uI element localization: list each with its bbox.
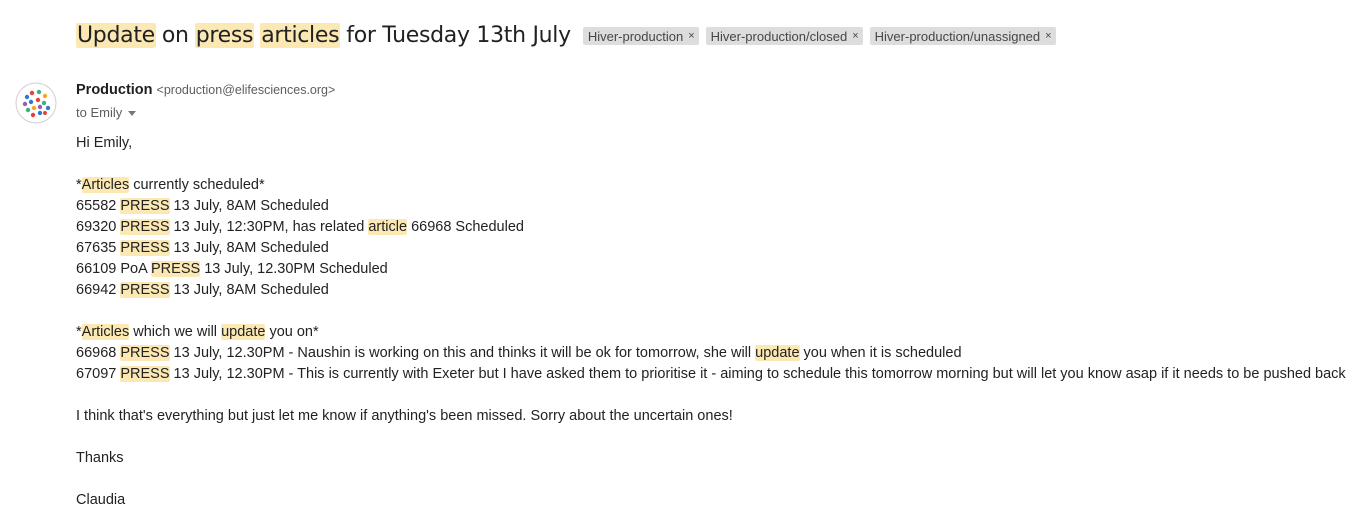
body-text-segment: 66109 PoA — [76, 261, 151, 277]
label-chip[interactable]: Hiver-production/unassigned × — [869, 27, 1056, 45]
body-text-segment: Claudia — [76, 492, 126, 508]
search-highlight: PRESS — [120, 282, 170, 298]
search-highlight: PRESS — [120, 345, 170, 361]
body-line: *Articles which we will update you on* — [76, 322, 1346, 343]
sender-avatar[interactable] — [15, 82, 57, 124]
body-text-segment: you on* — [265, 324, 319, 340]
close-icon[interactable]: × — [688, 30, 694, 42]
body-text-segment: * — [76, 177, 82, 193]
body-text-segment: 13 July, 8AM Scheduled — [169, 282, 329, 298]
search-highlight: PRESS — [151, 261, 201, 277]
search-highlight: PRESS — [120, 198, 170, 214]
search-highlight: PRESS — [120, 219, 170, 235]
sender-row: Production <production@elifesciences.org… — [76, 82, 335, 98]
subject-highlighted-word: articles — [260, 22, 341, 48]
search-highlight: article — [368, 219, 408, 235]
label-chip[interactable]: Hiver-production × — [582, 27, 699, 45]
close-icon[interactable]: × — [1045, 30, 1051, 42]
body-line: Thanks — [76, 448, 1346, 469]
subject-word: on — [161, 22, 189, 48]
body-text-segment: 65582 — [76, 198, 121, 214]
search-highlight: Articles — [81, 324, 130, 340]
subject-highlighted-word: press — [194, 22, 255, 48]
body-text-segment: 13 July, 12:30PM, has related — [169, 219, 369, 235]
body-line: Hi Emily, — [76, 133, 1346, 154]
body-line: 67635 PRESS 13 July, 8AM Scheduled — [76, 238, 1346, 259]
message-body: Hi Emily, *Articles currently scheduled* 6… — [76, 133, 1346, 511]
body-text-segment: 66968 Scheduled — [407, 219, 524, 235]
subject-highlighted-word: Update — [76, 22, 156, 48]
search-highlight: update — [221, 324, 266, 340]
search-highlight: PRESS — [120, 240, 170, 256]
body-line: I think that's everything but just let m… — [76, 406, 1346, 427]
body-text-segment: * — [76, 324, 82, 340]
body-text-segment: 13 July, 8AM Scheduled — [169, 240, 329, 256]
body-text-segment: 66942 — [76, 282, 121, 298]
email-subject: Update on press articles for Tuesday 13th Ju… — [76, 22, 571, 48]
body-text-segment: 66968 — [76, 345, 121, 361]
body-line: Claudia — [76, 490, 1346, 511]
close-icon[interactable]: × — [852, 30, 858, 42]
body-text-segment: 69320 — [76, 219, 121, 235]
body-text-segment: 13 July, 12.30PM - Naushin is working on… — [169, 345, 756, 361]
subject-row: Update on press articles for Tuesday 13th Ju… — [76, 18, 1063, 52]
body-text-segment: 13 July, 8AM Scheduled — [169, 198, 329, 214]
body-text-segment: 67635 — [76, 240, 121, 256]
label-chips: Hiver-production × Hiver-production/closed… — [582, 26, 1063, 45]
body-text-segment: you when it is scheduled — [799, 345, 962, 361]
body-text-segment: 67097 — [76, 366, 121, 382]
subject-word: for Tuesday 13th July — [346, 22, 571, 48]
body-text-segment: Hi Emily, — [76, 135, 133, 151]
body-text-segment: currently scheduled* — [129, 177, 265, 193]
label-text: Hiver-production/unassigned — [874, 28, 1041, 44]
label-text: Hiver-production/closed — [710, 28, 848, 44]
recipients-label: to Emily — [76, 105, 123, 120]
body-text-segment: 13 July, 12.30PM - This is currently wit… — [169, 366, 1346, 382]
sender-email: <production@elifesciences.org> — [156, 83, 336, 97]
body-text-segment: which we will — [129, 324, 222, 340]
body-line: *Articles currently scheduled* — [76, 175, 1346, 196]
label-chip[interactable]: Hiver-production/closed × — [705, 27, 863, 45]
body-text-segment: 13 July, 12.30PM Scheduled — [200, 261, 388, 277]
sender-name[interactable]: Production — [76, 82, 153, 98]
colorful-dots-logo-icon — [15, 82, 57, 124]
body-line: 66942 PRESS 13 July, 8AM Scheduled — [76, 280, 1346, 301]
search-highlight: PRESS — [120, 366, 170, 382]
body-line: 66968 PRESS 13 July, 12.30PM - Naushin i… — [76, 343, 1346, 364]
chevron-down-icon[interactable] — [128, 111, 137, 116]
body-line: 66109 PoA PRESS 13 July, 12.30PM Schedul… — [76, 259, 1346, 280]
body-line: 65582 PRESS 13 July, 8AM Scheduled — [76, 196, 1346, 217]
body-text-segment: Thanks — [76, 450, 124, 466]
search-highlight: update — [755, 345, 800, 361]
recipients-toggle[interactable]: to Emily — [76, 105, 137, 120]
body-line: 67097 PRESS 13 July, 12.30PM - This is c… — [76, 364, 1346, 385]
search-highlight: Articles — [81, 177, 130, 193]
body-text-segment: I think that's everything but just let m… — [76, 408, 733, 424]
label-text: Hiver-production — [587, 28, 684, 44]
body-line: 69320 PRESS 13 July, 12:30PM, has relate… — [76, 217, 1346, 238]
